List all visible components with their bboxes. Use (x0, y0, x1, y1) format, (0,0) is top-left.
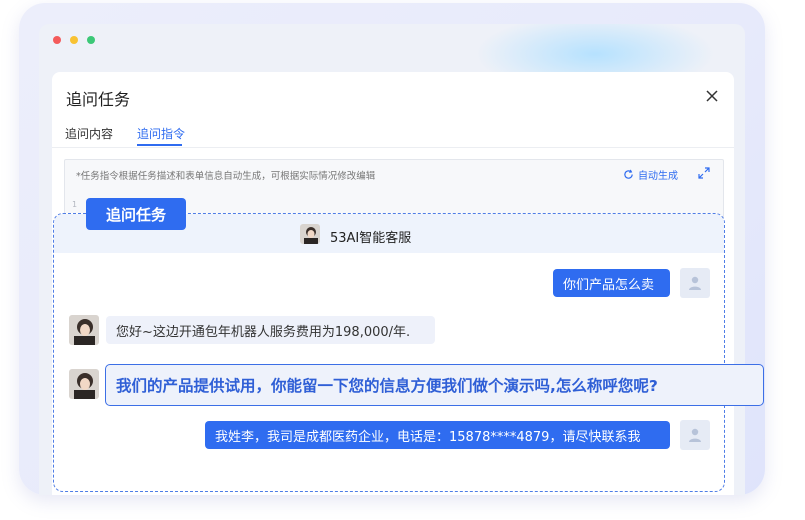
user-message-bubble: 你们产品怎么卖 (553, 269, 670, 297)
tab-followup-instruction[interactable]: 追问指令 (137, 125, 185, 142)
bot-message-bubble: 您好~这边开通包年机器人服务费用为198,000/年. (106, 316, 435, 344)
user-message-bubble: 我姓李，我司是成都医药企业，电话是：15878****4879，请尽快联系我 (205, 421, 670, 449)
tab-followup-content[interactable]: 追问内容 (65, 125, 113, 142)
editor-line-number: 1 (72, 200, 78, 209)
dialog-title: 追问任务 (66, 90, 131, 109)
chat-header-title: 53AI智能客服 (330, 231, 412, 246)
bot-avatar (69, 369, 99, 399)
user-avatar (680, 420, 710, 450)
highlighted-bot-message: 我们的产品提供试用，你能留一下您的信息方便我们做个演示吗,怎么称呼您呢? (105, 364, 764, 406)
expand-icon[interactable] (697, 166, 711, 180)
window-minimize-dot[interactable] (70, 36, 78, 44)
close-icon[interactable] (704, 88, 720, 104)
tab-divider (52, 147, 734, 148)
editor-hint: *任务指令根据任务描述和表单信息自动生成，可根据实际情况修改编辑 (76, 171, 376, 182)
auto-generate-label: 自动生成 (638, 171, 678, 182)
refresh-icon (624, 169, 633, 179)
bot-avatar (300, 224, 320, 244)
chat-panel (53, 213, 725, 492)
user-icon (689, 276, 701, 290)
active-tab-indicator (137, 144, 182, 146)
user-icon (689, 428, 701, 442)
auto-generate-button[interactable]: 自动生成 (623, 167, 678, 182)
followup-task-tag: 追问任务 (86, 198, 186, 230)
window-close-dot[interactable] (53, 36, 61, 44)
user-avatar (680, 268, 710, 298)
window-maximize-dot[interactable] (87, 36, 95, 44)
bot-avatar (69, 315, 99, 345)
